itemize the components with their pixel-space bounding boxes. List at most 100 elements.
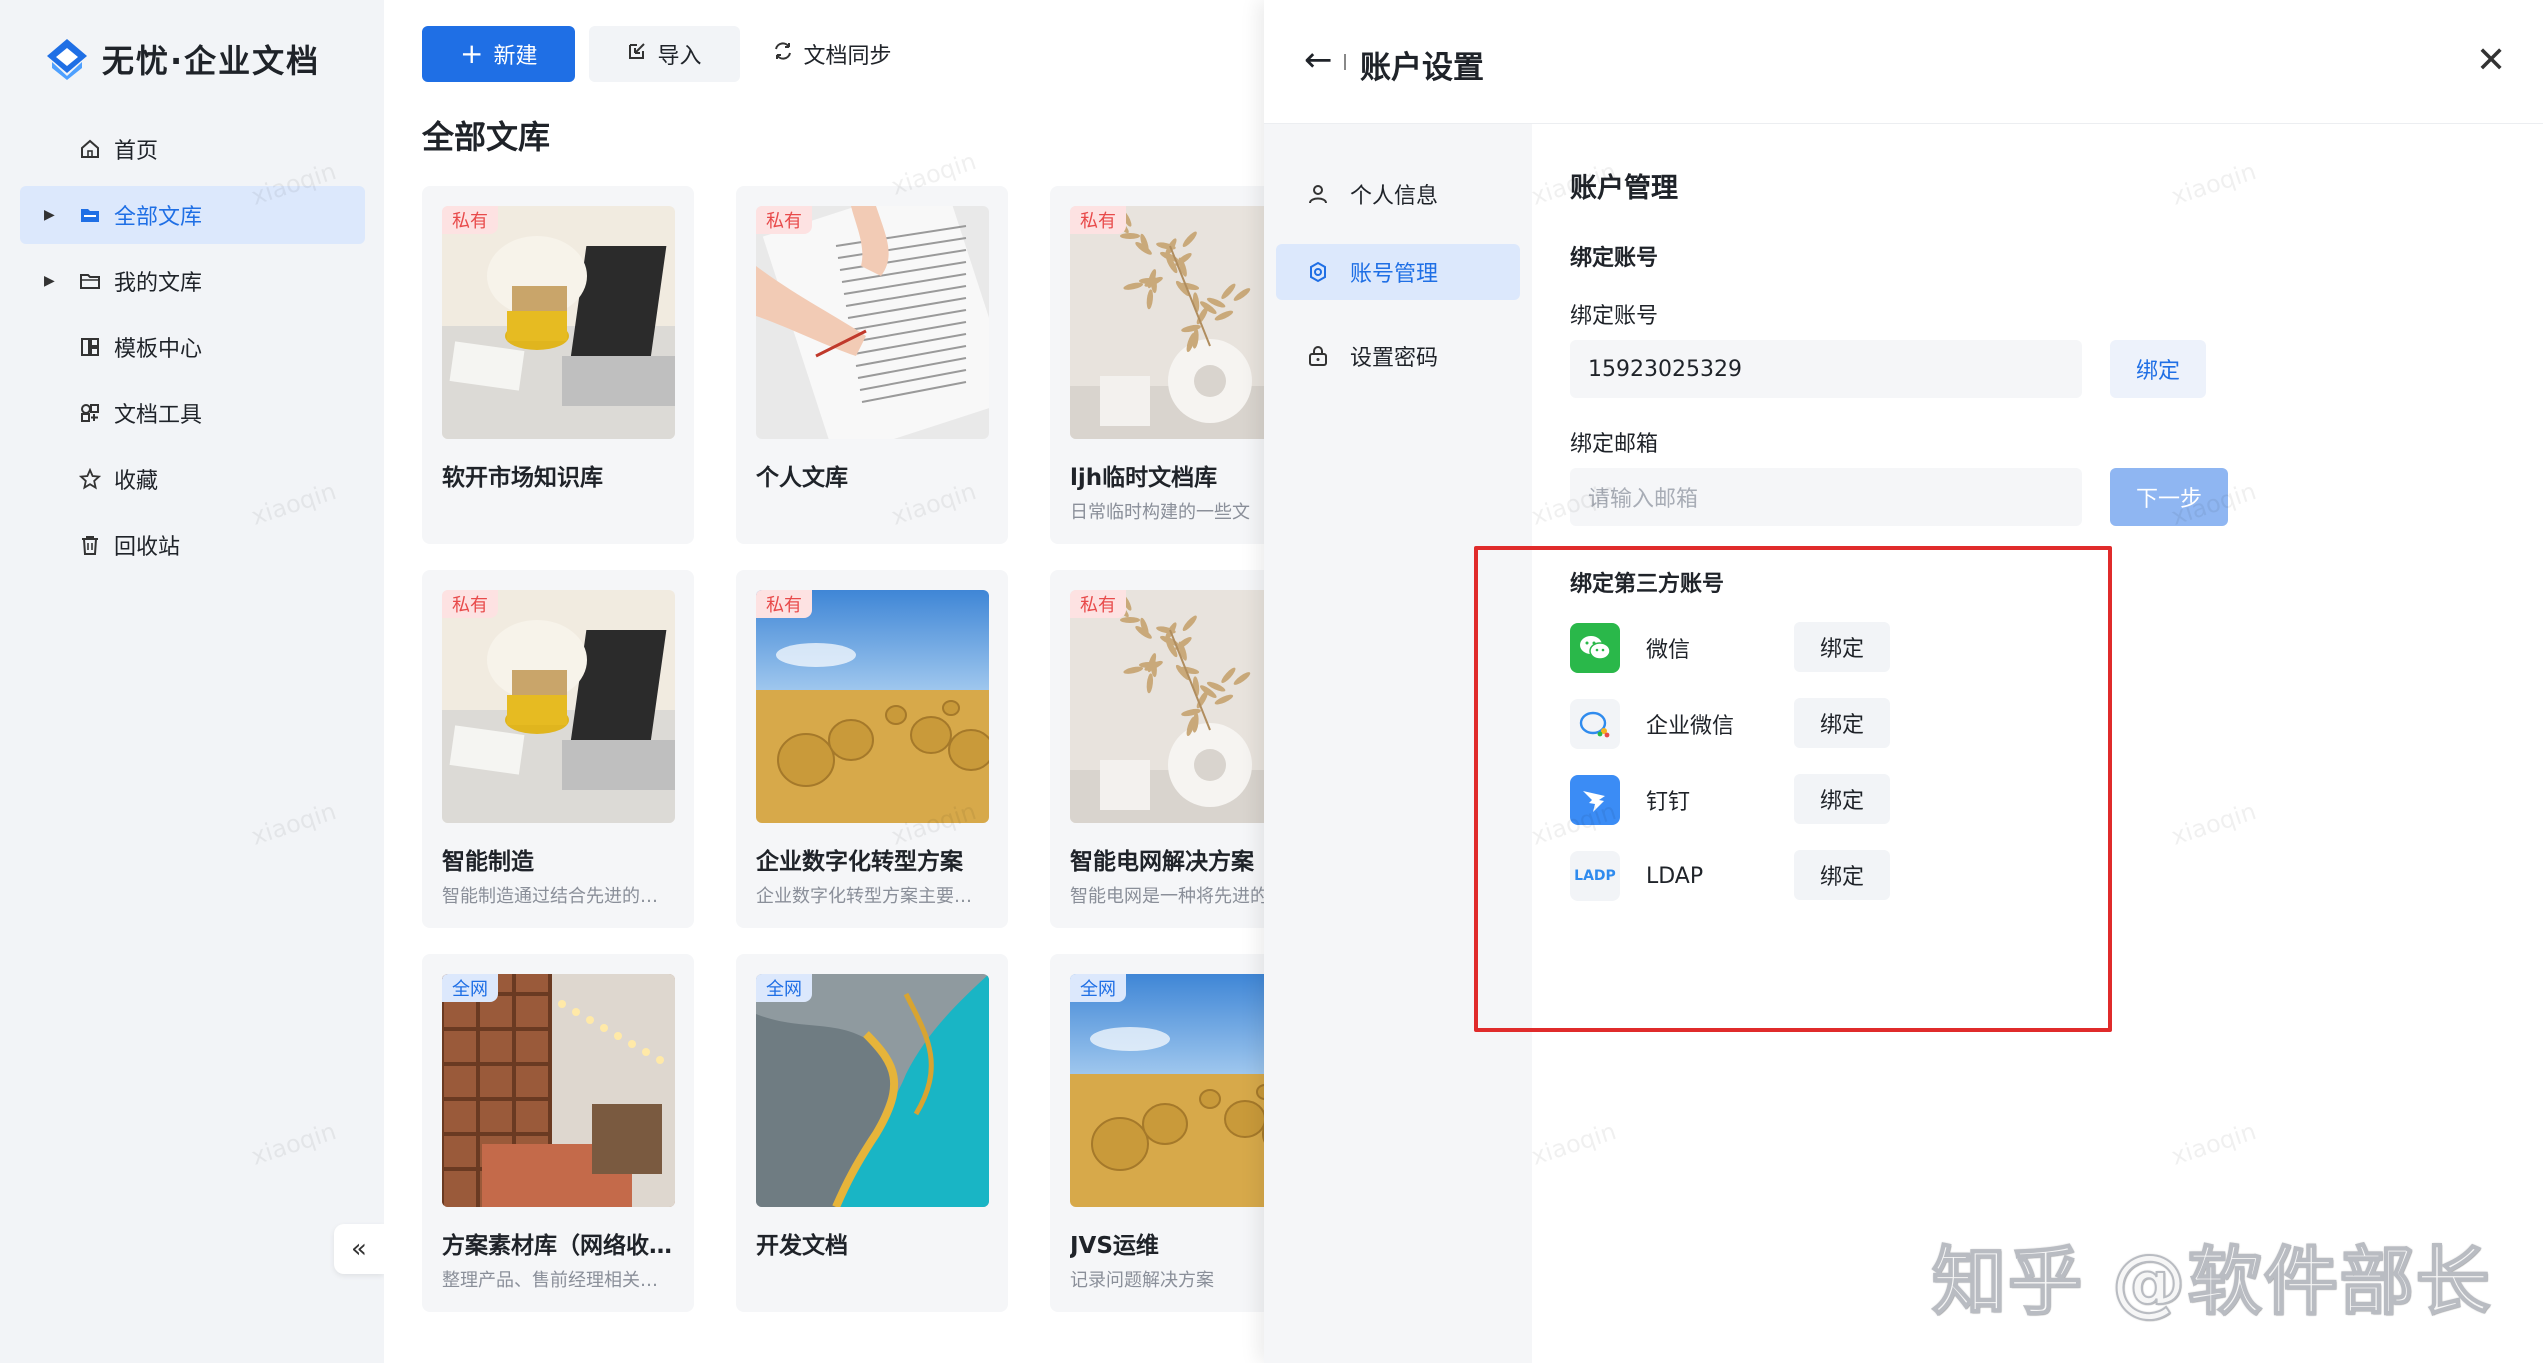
visibility-badge: 私有 <box>442 590 498 618</box>
user-icon <box>1306 182 1330 206</box>
library-title: JVS运维 <box>1070 1233 1159 1259</box>
ldap-bind-button[interactable]: 绑定 <box>1794 850 1890 900</box>
sync-button[interactable]: 文档同步 <box>754 26 910 82</box>
visibility-badge: 全网 <box>442 974 498 1002</box>
visibility-badge: 私有 <box>1070 590 1126 618</box>
third-party-row-wechat: 微信 绑定 <box>1570 622 1890 674</box>
toolbar: + 新建 导入 文档同步 <box>422 26 910 82</box>
panel-nav-label: 账号管理 <box>1350 262 1439 287</box>
library-cover-image <box>442 974 675 1207</box>
import-icon <box>627 41 647 67</box>
third-party-name: 微信 <box>1646 638 1691 663</box>
visibility-badge: 全网 <box>1070 974 1126 1002</box>
library-card[interactable]: 私有 软开市场知识库 <box>422 186 694 544</box>
third-party-section-title: 绑定第三方账号 <box>1570 572 1725 597</box>
panel-nav-label: 设置密码 <box>1350 346 1439 371</box>
library-title: 方案素材库（网络收… <box>442 1233 672 1259</box>
library-card[interactable]: 全网方案素材库（网络收… 整理产品、售前经理相关… <box>422 954 694 1312</box>
visibility-badge: 私有 <box>442 206 498 234</box>
library-cover-image <box>442 590 675 823</box>
lock-icon <box>1306 344 1330 368</box>
plus-icon: + <box>460 37 484 70</box>
main-content: + 新建 导入 文档同步 全部文库 私有 软开市场知识库 私有 个人文库 私有 ljh临时… <box>384 0 1264 1363</box>
phone-bind-button[interactable]: 绑定 <box>2110 340 2206 398</box>
ldap-icon: LADP <box>1570 851 1620 901</box>
library-cover-image <box>1070 590 1264 823</box>
library-cover-image <box>1070 206 1264 439</box>
panel-nav: 个人信息 账号管理 设置密码 <box>1264 124 1532 1363</box>
new-button[interactable]: + 新建 <box>422 26 576 82</box>
library-card[interactable]: 全网 开发文档 <box>736 954 1008 1312</box>
panel-nav-personal-info[interactable]: 个人信息 <box>1276 166 1520 222</box>
library-card[interactable]: 全网 JVS运维记录问题解决方案 <box>1050 954 1264 1312</box>
panel-nav-account-management[interactable]: 账号管理 <box>1276 244 1520 300</box>
account-settings-panel: ← 账户设置 ✕ 个人信息 账号管理 设置密码 账户管理 绑定账号 绑定账号 1… <box>1264 0 2543 1363</box>
visibility-badge: 私有 <box>756 590 812 618</box>
library-cover-image <box>756 590 989 823</box>
library-cover-image <box>1070 974 1264 1207</box>
library-description: 日常临时构建的一些文 <box>1070 502 1250 523</box>
library-title: 智能制造 <box>442 849 534 875</box>
library-description: 整理产品、售前经理相关… <box>442 1270 658 1291</box>
sidebar-item-all-libraries[interactable]: ▶ 全部文库 <box>20 186 365 244</box>
dingtalk-bind-button[interactable]: 绑定 <box>1794 774 1890 824</box>
section-title: 全部文库 <box>422 118 551 156</box>
sidebar-item-label: 模板中心 <box>114 337 203 362</box>
footer-brand-watermark: 知乎 @软件部长 <box>1931 1238 2492 1326</box>
caret-right-icon[interactable]: ▶ <box>44 273 55 289</box>
folder-filled-icon <box>78 203 102 227</box>
wecom-bind-button[interactable]: 绑定 <box>1794 698 1890 748</box>
sync-icon <box>772 40 794 68</box>
back-arrow-icon[interactable]: ← <box>1304 40 1333 80</box>
third-party-name: 企业微信 <box>1646 714 1735 739</box>
email-input[interactable]: 请输入邮箱 <box>1570 468 2082 526</box>
library-description: 智能制造通过结合先进的… <box>442 886 658 907</box>
library-description: 记录问题解决方案 <box>1070 1270 1214 1291</box>
sidebar-item-my-libraries[interactable]: ▶ 我的文库 <box>20 252 365 310</box>
home-icon <box>78 137 102 161</box>
logo-icon <box>44 36 90 82</box>
header-divider <box>1344 54 1346 70</box>
sidebar-item-label: 首页 <box>114 139 159 164</box>
visibility-badge: 私有 <box>756 206 812 234</box>
wechat-bind-button[interactable]: 绑定 <box>1794 622 1890 672</box>
library-description: 智能电网是一种将先进的 <box>1070 886 1264 907</box>
library-cover-image <box>756 974 989 1207</box>
panel-header: ← 账户设置 ✕ <box>1264 0 2543 124</box>
close-icon[interactable]: ✕ <box>2476 40 2506 81</box>
sidebar-item-label: 全部文库 <box>114 205 203 230</box>
phone-label: 绑定账号 <box>1570 304 1659 329</box>
bind-account-section-title: 绑定账号 <box>1570 246 1659 271</box>
sidebar-item-trash[interactable]: 回收站 <box>20 516 365 574</box>
sidebar-item-label: 文档工具 <box>114 403 203 428</box>
wechat-icon <box>1570 623 1620 673</box>
sidebar-item-templates[interactable]: 模板中心 <box>20 318 365 376</box>
library-title: 智能电网解决方案 <box>1070 849 1254 875</box>
library-description: 企业数字化转型方案主要… <box>756 886 972 907</box>
collapse-sidebar-button[interactable]: « <box>334 1224 384 1274</box>
library-card[interactable]: 私有智能制造智能制造通过结合先进的… <box>422 570 694 928</box>
third-party-name: LDAP <box>1646 863 1704 889</box>
app-logo[interactable]: 无忧·企业文档 <box>44 36 320 82</box>
caret-right-icon[interactable]: ▶ <box>44 207 55 223</box>
phone-input[interactable]: 15923025329 <box>1570 340 2082 398</box>
email-label: 绑定邮箱 <box>1570 432 1659 457</box>
library-card[interactable]: 私有 ljh临时文档库 日常临时构建的一些文 <box>1050 186 1264 544</box>
import-button[interactable]: 导入 <box>589 26 740 82</box>
folder-icon <box>78 269 102 293</box>
library-cover-image <box>442 206 675 439</box>
library-card[interactable]: 私有企业数字化转型方案企业数字化转型方案主要… <box>736 570 1008 928</box>
sidebar-item-label: 收藏 <box>114 469 159 494</box>
third-party-name: 钉钉 <box>1646 790 1691 815</box>
visibility-badge: 全网 <box>756 974 812 1002</box>
new-button-label: 新建 <box>493 44 538 69</box>
sidebar-item-label: 回收站 <box>114 535 181 560</box>
library-card[interactable]: 私有智能电网解决方案智能电网是一种将先进的 <box>1050 570 1264 928</box>
panel-title: 账户设置 <box>1360 50 1484 86</box>
library-title: 企业数字化转型方案 <box>756 849 963 875</box>
tools-icon <box>78 401 102 425</box>
trash-icon <box>78 533 102 557</box>
sidebar-item-tools[interactable]: 文档工具 <box>20 384 365 442</box>
panel-nav-set-password[interactable]: 设置密码 <box>1276 328 1520 384</box>
ldap-icon-text: LADP <box>1574 868 1616 884</box>
